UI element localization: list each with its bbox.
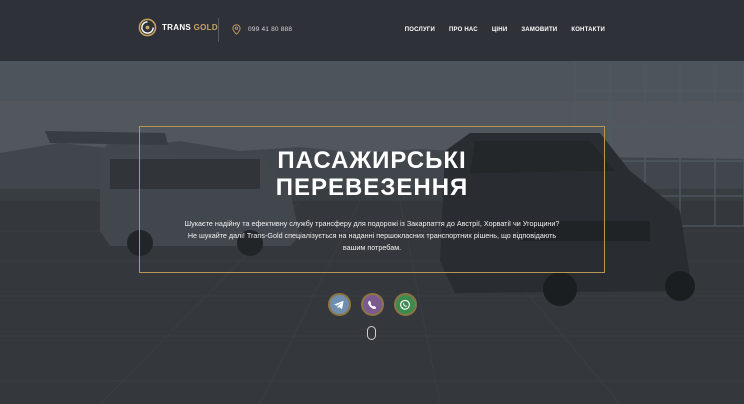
nav-item-order[interactable]: ЗАМОВИТИ [521, 27, 557, 33]
social-buttons [0, 293, 744, 316]
viber-icon [368, 300, 377, 309]
hero-description-line2: Не шукайте далі! Trans-Gold спеціалізуєт… [187, 231, 557, 240]
location-pin-icon [232, 24, 241, 35]
telegram-icon [334, 300, 344, 309]
phone-number[interactable]: 099 41 80 888 [248, 26, 292, 33]
logo-text: TRANS GOLD [162, 23, 218, 32]
hero-title-line2: ПЕРЕВЕЗЕННЯ [275, 174, 469, 201]
nav-item-about[interactable]: ПРО НАС [449, 27, 478, 33]
logo-text-white: TRANS [162, 23, 192, 32]
main-nav: ПОСЛУГИ ПРО НАС ЦІНИ ЗАМОВИТИ КОНТАКТИ [391, 27, 605, 33]
nav-item-prices[interactable]: ЦІНИ [492, 27, 508, 33]
phone-contact[interactable]: 099 41 80 888 [232, 24, 292, 35]
nav-item-services[interactable]: ПОСЛУГИ [405, 27, 435, 33]
scroll-down-icon[interactable] [367, 326, 376, 340]
whatsapp-icon [400, 299, 410, 310]
hero-description-line1: Шукаєте надійну та ефективну службу тран… [184, 219, 560, 228]
logo-icon [138, 18, 157, 37]
whatsapp-button[interactable] [393, 293, 417, 316]
hero-section: ПАСАЖИРСЬКІ ПЕРЕВЕЗЕННЯ Шукаєте надійну … [0, 61, 744, 404]
viber-button[interactable] [360, 293, 384, 316]
site-header: TRANS GOLD 099 41 80 888 ПОСЛУГИ ПРО НАС… [0, 0, 744, 61]
telegram-button[interactable] [327, 293, 351, 316]
hero-description-line3: вашим потребам. [342, 243, 402, 252]
logo[interactable]: TRANS GOLD [138, 18, 218, 37]
header-divider [218, 18, 219, 42]
nav-item-contacts[interactable]: КОНТАКТИ [571, 27, 605, 33]
logo-text-gold: GOLD [193, 23, 218, 32]
hero-title-line1: ПАСАЖИРСЬКІ [277, 147, 467, 174]
